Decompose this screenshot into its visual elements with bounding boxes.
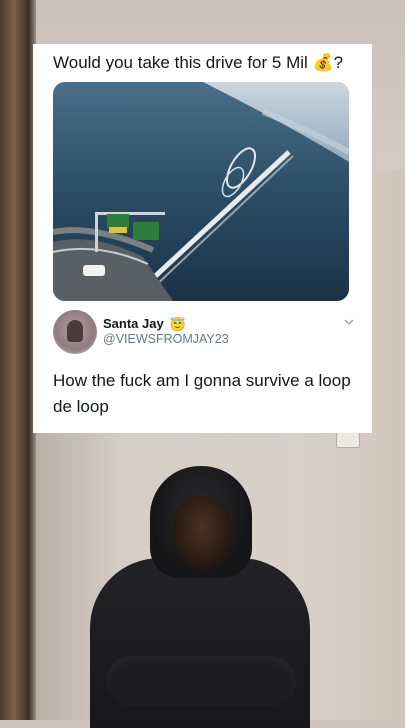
wall-outlet: [336, 432, 360, 448]
post-caption: Would you take this drive for 5 Mil 💰?: [53, 53, 344, 72]
halo-emoji-icon: 😇: [169, 316, 186, 332]
person-hoodie: [90, 466, 310, 728]
face: [174, 496, 230, 566]
author-handle[interactable]: @VIEWSFROMJAY23: [103, 332, 229, 346]
avatar[interactable]: [53, 310, 97, 354]
door-frame: [0, 0, 36, 720]
bridge-photo-art: [53, 82, 349, 301]
tweet-text: How the fuck am I gonna survive a loop d…: [53, 371, 351, 416]
tweet-card[interactable]: Would you take this drive for 5 Mil 💰? S…: [33, 44, 372, 433]
crossed-arms: [106, 656, 296, 706]
bridge-photo[interactable]: [53, 82, 349, 301]
tweet-author[interactable]: Santa Jay 😇 @VIEWSFROMJAY23: [53, 310, 355, 356]
chevron-down-icon[interactable]: [343, 316, 355, 328]
author-name-text: Santa Jay: [103, 316, 164, 331]
author-name[interactable]: Santa Jay 😇: [103, 316, 186, 333]
